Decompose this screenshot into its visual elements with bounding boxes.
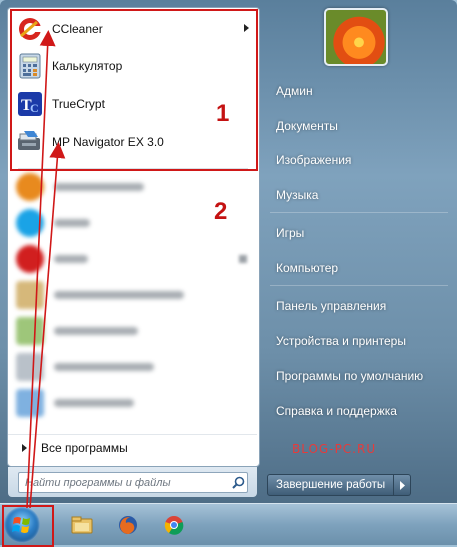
annotation-number-2: 2 [214,198,228,225]
skype-icon [16,209,44,237]
all-programs-label: Все программы [41,441,128,455]
recent-item[interactable] [8,314,257,348]
ccleaner-icon [16,15,44,43]
vlc-icon [16,173,44,201]
recent-item[interactable] [8,278,257,312]
right-item-music[interactable]: Музыка [266,181,451,209]
right-separator [270,285,448,286]
right-item-games[interactable]: Игры [266,219,451,247]
search-input[interactable] [19,473,229,492]
blurred-label [54,219,90,227]
pinned-item-label: MP Navigator EX 3.0 [52,135,164,149]
search-box[interactable] [18,472,248,493]
blurred-label [54,255,88,263]
windows-logo-icon [12,517,30,533]
explorer-icon[interactable] [70,513,94,537]
chrome-icon[interactable] [162,513,186,537]
pinned-separator [18,168,248,169]
shutdown-button[interactable]: Завершение работы [267,474,395,496]
shutdown-group: Завершение работы [267,474,412,496]
pinned-item-label: TrueCrypt [52,97,105,111]
blurred-label [54,363,154,371]
right-item-documents[interactable]: Документы [266,112,451,140]
all-programs-arrow-icon [22,444,27,452]
start-button[interactable] [4,507,40,543]
shutdown-options-button[interactable] [394,474,412,496]
app-icon [16,353,44,381]
app-icon [16,389,44,417]
svg-text:C: C [30,101,39,115]
all-programs-button[interactable]: Все программы [8,434,257,461]
blurred-arrow-icon [239,255,247,263]
mp-navigator-icon [16,128,44,156]
taskbar [0,503,457,545]
blurred-label [54,327,138,335]
pinned-item-mp-navigator[interactable]: MP Navigator EX 3.0 [8,124,257,160]
recent-item[interactable] [8,350,257,384]
search-icon[interactable] [229,474,247,491]
right-item-help-support[interactable]: Справка и поддержка [266,397,451,425]
app-icon [16,281,44,309]
search-bar [8,467,257,497]
right-separator [270,212,448,213]
truecrypt-icon: T C [16,90,44,118]
blurred-label [54,291,184,299]
annotation-number-1: 1 [216,100,230,127]
calculator-icon [16,52,44,80]
programs-pane: CCleaner Калькулятор T C TrueCrypt MP Na… [7,7,260,467]
opera-icon [16,245,44,273]
pinned-item-calculator[interactable]: Калькулятор [8,48,257,84]
recent-item[interactable] [8,242,257,276]
right-item-devices-printers[interactable]: Устройства и принтеры [266,327,451,355]
blog-watermark: BLOG-PC.RU [292,442,377,456]
submenu-arrow-icon[interactable] [244,24,249,32]
pinned-item-ccleaner[interactable]: CCleaner [8,11,257,47]
right-item-pictures[interactable]: Изображения [266,146,451,174]
start-menu: CCleaner Калькулятор T C TrueCrypt MP Na… [0,0,457,503]
pinned-item-label: CCleaner [52,22,103,36]
firefox-icon[interactable] [116,513,140,537]
right-item-default-programs[interactable]: Программы по умолчанию [266,362,451,390]
pinned-item-label: Калькулятор [52,59,123,73]
recent-item[interactable] [8,386,257,420]
blurred-label [54,399,134,407]
right-item-admin[interactable]: Админ [266,77,451,105]
right-item-computer[interactable]: Компьютер [266,254,451,282]
right-item-control-panel[interactable]: Панель управления [266,292,451,320]
blurred-label [54,183,144,191]
app-icon [16,317,44,345]
chevron-right-icon [399,480,405,490]
user-avatar[interactable] [324,8,388,66]
